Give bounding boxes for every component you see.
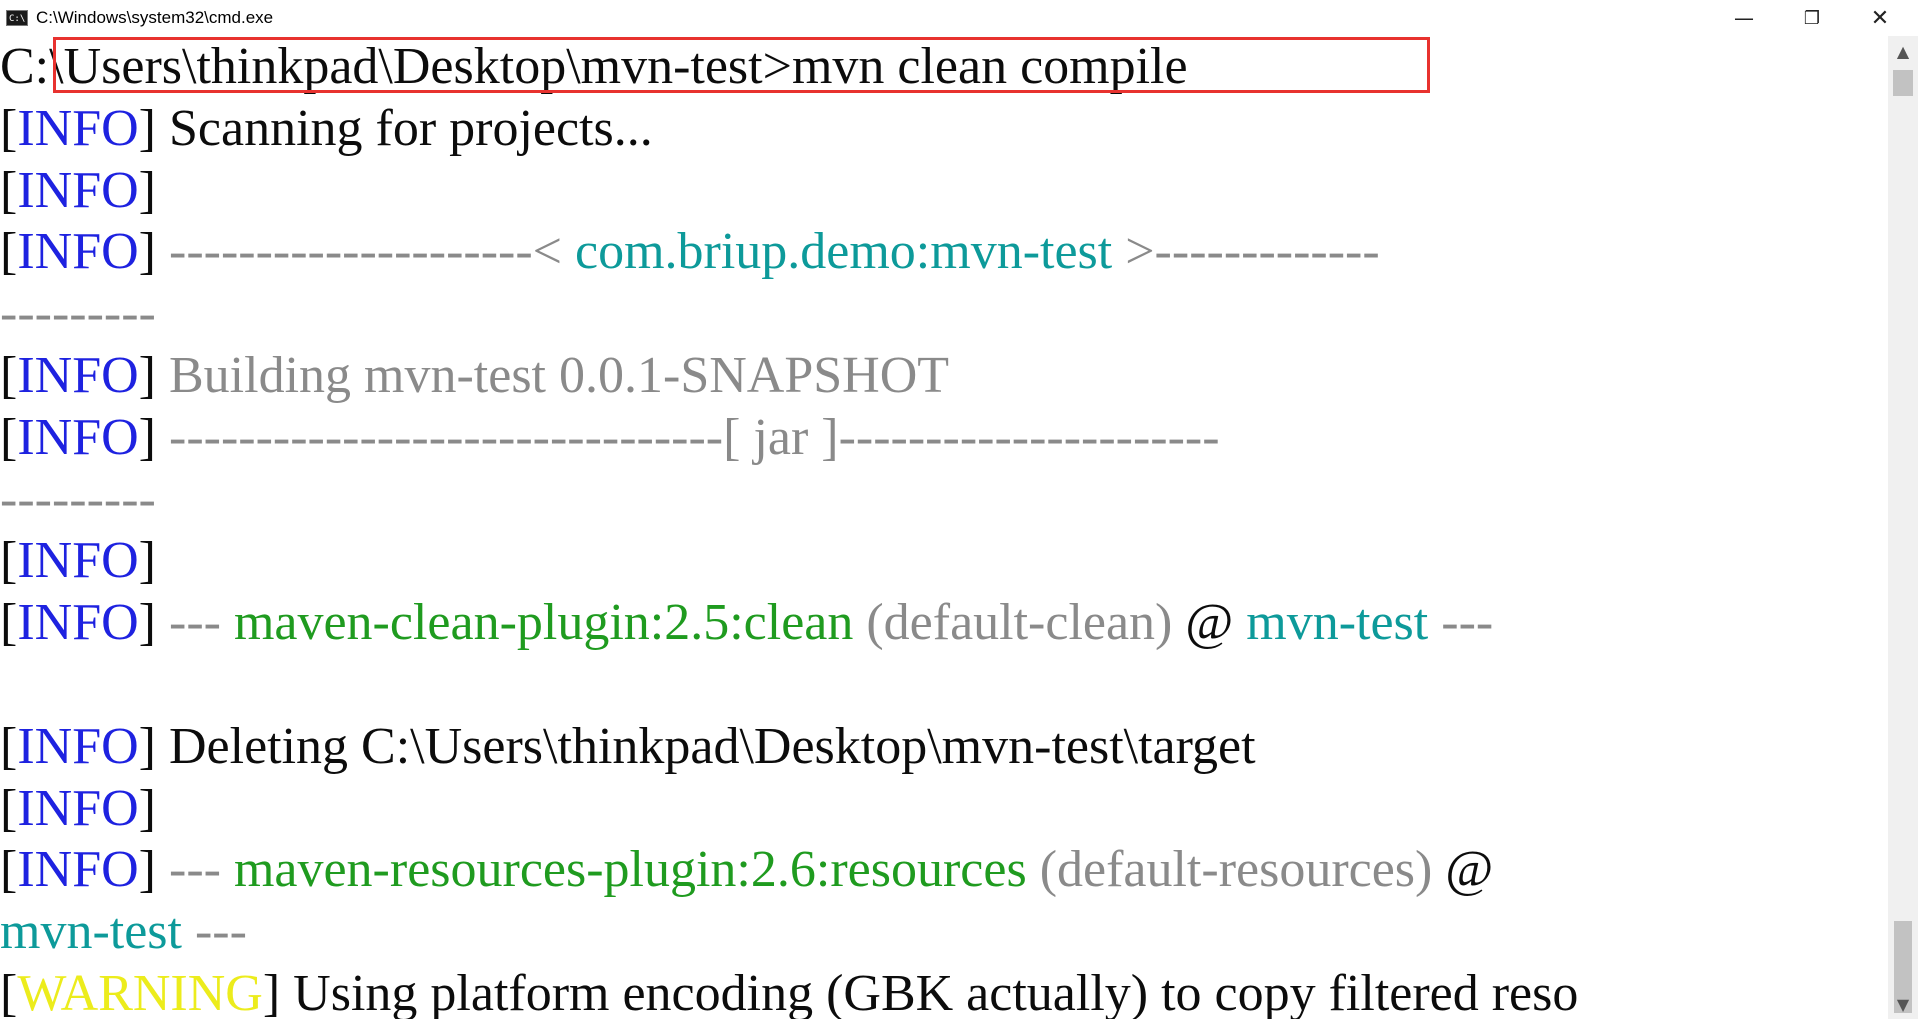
console-text-segment: ] (138, 408, 169, 466)
console-text-segment: [ (0, 408, 18, 466)
console-text-segment: ] (138, 594, 169, 652)
console-line: [INFO] (0, 778, 156, 840)
console-text-segment: ] Using platform encoding (GBK actually)… (262, 965, 1579, 1019)
scroll-up-arrow-icon[interactable]: ▲ (1888, 36, 1918, 66)
console-text-segment: [ (0, 347, 18, 404)
console-text-segment: [ (0, 841, 18, 899)
console-text-segment: mvn-test (1246, 594, 1429, 652)
console-text-segment: INFO (17, 779, 139, 837)
console-text-segment: ---------------------< (169, 223, 575, 281)
console-output[interactable]: C:\Users\thinkpad\Desktop\mvn-test>mvn c… (0, 36, 1888, 1019)
scroll-track-marker (1893, 70, 1913, 96)
console-line: [INFO] Building mvn-test 0.0.1-SNAPSHOT (0, 345, 949, 407)
console-text-segment: INFO (17, 532, 139, 590)
console-text-segment: (default-resources) (1026, 841, 1433, 899)
console-text-segment: [ (0, 594, 18, 652)
console-line: [INFO] --- maven-resources-plugin:2.6:re… (0, 839, 1493, 901)
console-text-segment: INFO (17, 223, 139, 281)
console-text-segment: [ (0, 161, 18, 219)
console-text-segment: INFO (17, 717, 139, 775)
console-text-segment: WARNING (17, 965, 263, 1019)
console-text-segment: ] (138, 532, 156, 590)
console-text-segment: --------- (0, 285, 156, 343)
console-text-segment: --- (181, 903, 247, 961)
console-text-segment: --- (1428, 594, 1494, 652)
console-text-segment: [ (0, 99, 18, 157)
console-text-segment: ] (138, 347, 169, 404)
console-text-segment: INFO (17, 347, 139, 404)
console-text-segment: [ (0, 532, 18, 590)
console-line: [INFO] --------------------------------[… (0, 407, 1220, 469)
console-text-segment: ] (138, 779, 156, 837)
cmd-window: C:\ C:\Windows\system32\cmd.exe — ❐ ✕ C:… (0, 0, 1918, 1019)
console-text-segment: mvn-test (0, 903, 182, 961)
window-title: C:\Windows\system32\cmd.exe (36, 8, 274, 27)
console-text-segment: ] Deleting C:\Users\thinkpad\Desktop\mvn… (138, 717, 1256, 775)
console-text-segment: --------- (0, 470, 156, 528)
console-text-segment: --- (169, 841, 234, 899)
console-text-segment: [ (0, 779, 18, 837)
console-line: C:\Users\thinkpad\Desktop\mvn-test>mvn c… (0, 36, 1188, 98)
console-text-segment: \Users\thinkpad\Desktop\mvn-test>mvn cle… (49, 38, 1188, 95)
close-icon: ✕ (1870, 5, 1890, 31)
console-text-segment: INFO (17, 841, 139, 899)
console-text-segment: ] Scanning for projects... (138, 99, 653, 157)
vertical-scrollbar[interactable]: ▲ ▼ (1888, 36, 1918, 1019)
console-line: [INFO] (0, 530, 156, 592)
console-text-segment: C: (0, 38, 50, 95)
minimize-icon: — (1734, 6, 1754, 30)
close-button[interactable]: ✕ (1846, 0, 1914, 36)
console-text-segment: >------------- (1112, 223, 1380, 281)
cmd-app-icon: C:\ (6, 10, 28, 26)
console-text-segment: --- (169, 594, 234, 652)
console-line: [INFO] --- maven-clean-plugin:2.5:clean … (0, 592, 1493, 654)
console-line: --------- (0, 469, 156, 531)
console-text-segment: --------------------------------[ jar ]-… (169, 408, 1220, 466)
console-text-segment: [ (0, 223, 18, 281)
minimize-button[interactable]: — (1710, 0, 1778, 36)
console-text-segment: INFO (17, 408, 139, 466)
console-line: [INFO] (0, 160, 156, 222)
console-line: [WARNING] Using platform encoding (GBK a… (0, 963, 1578, 1019)
console-text-segment: (default-clean) (853, 594, 1173, 652)
console-line: --------- (0, 283, 156, 345)
maximize-button[interactable]: ❐ (1778, 0, 1846, 36)
console-text-segment: INFO (17, 594, 139, 652)
console-text-segment: [ (0, 717, 18, 775)
console-text-segment: INFO (17, 161, 139, 219)
console-text-segment: Building mvn-test 0.0.1-SNAPSHOT (169, 347, 950, 404)
title-bar[interactable]: C:\ C:\Windows\system32\cmd.exe — ❐ ✕ (0, 0, 1918, 36)
console-text-segment: @ (1172, 594, 1247, 652)
console-text-segment: ] (138, 841, 169, 899)
restore-icon: ❐ (1803, 7, 1821, 29)
console-text-segment: @ (1432, 841, 1494, 899)
scroll-down-arrow-icon[interactable]: ▼ (1888, 989, 1918, 1019)
console-line: mvn-test --- (0, 901, 247, 963)
console-text-segment: ] (138, 223, 169, 281)
console-text-segment: maven-resources-plugin:2.6:resources (233, 841, 1027, 899)
console-line: [INFO] Deleting C:\Users\thinkpad\Deskto… (0, 716, 1256, 778)
console-text-segment: [ (0, 965, 18, 1019)
console-line: [INFO] Scanning for projects... (0, 98, 653, 160)
console-text-segment: INFO (17, 99, 139, 157)
console-text-segment: ] (138, 161, 156, 219)
console-line: [INFO] ---------------------< com.briup.… (0, 221, 1380, 283)
console-text-segment: com.briup.demo:mvn-test (574, 223, 1113, 281)
console-text-segment: maven-clean-plugin:2.5:clean (233, 594, 854, 652)
